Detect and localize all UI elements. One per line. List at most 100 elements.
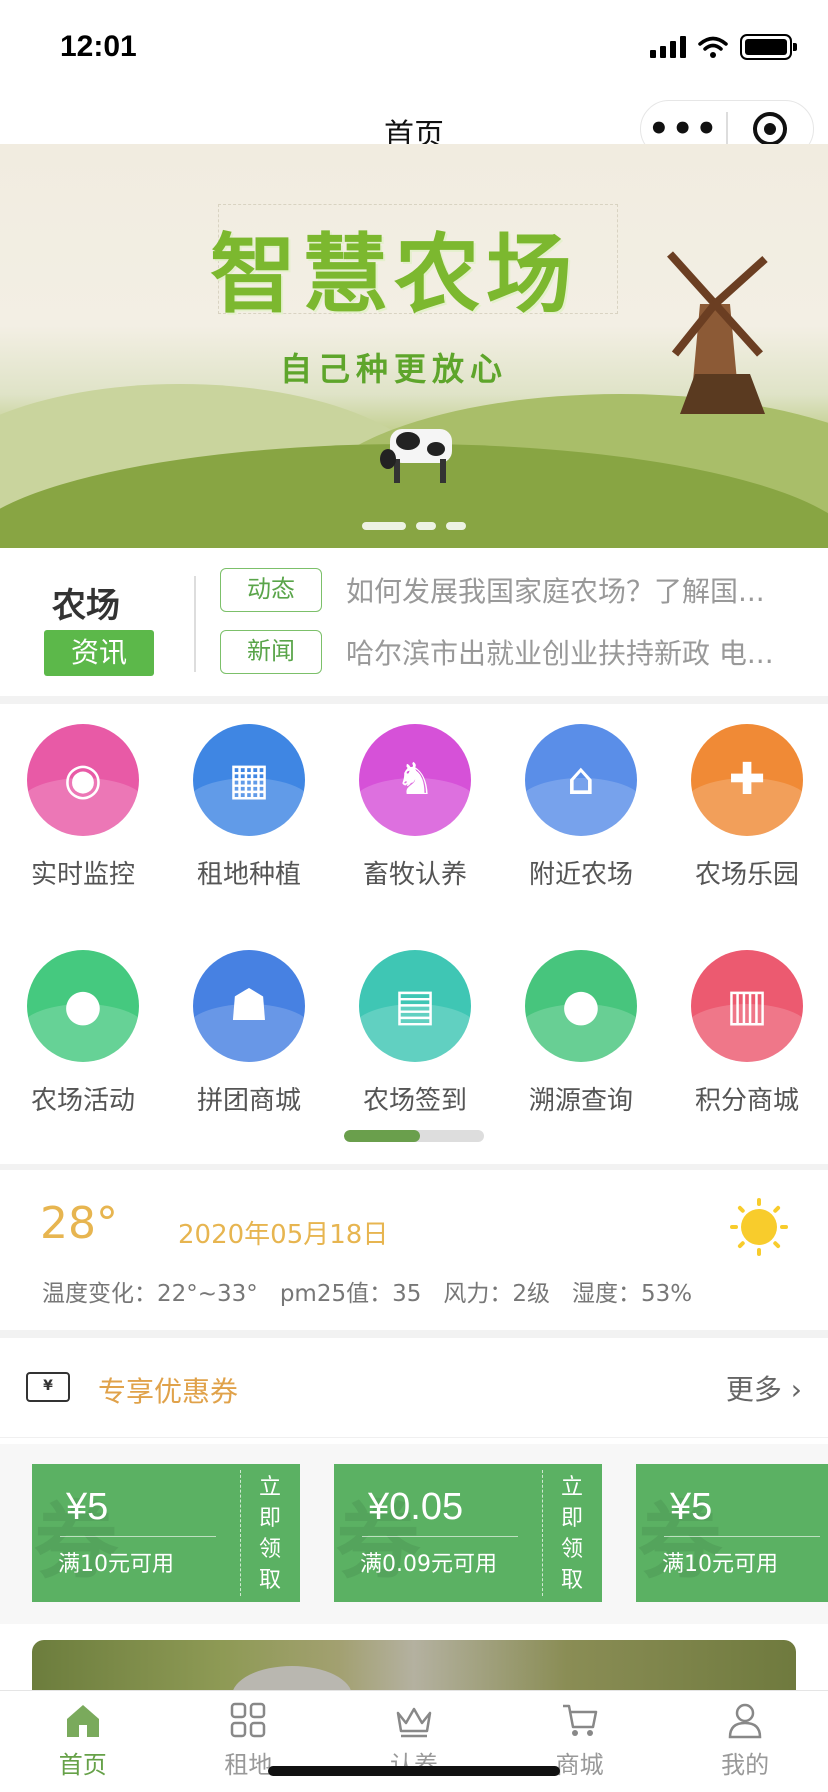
news-item[interactable]: 动态 如何发展我国家庭农场？了解国...	[220, 568, 806, 612]
more-dots-icon[interactable]: •••	[641, 112, 726, 146]
menu-label: 农场乐园	[694, 860, 799, 890]
group-icon: ☗	[193, 950, 305, 1062]
weather-humidity: 湿度：53%	[572, 1281, 693, 1307]
farm-news: 农场 资讯 动态 如何发展我国家庭农场？了解国... 新闻 哈尔滨市出就业创业扶…	[0, 548, 828, 696]
page-indicator-fill	[344, 1130, 420, 1142]
status-time: 12:01	[60, 30, 137, 63]
close-target-button[interactable]	[728, 112, 813, 146]
news-tag: 动态	[220, 568, 322, 612]
menu-item-points-mall[interactable]: ▥ 积分商城	[664, 950, 828, 1117]
claim-coupon-button[interactable]: 立 即 领 取	[250, 1472, 290, 1596]
cart-icon: ▥	[691, 950, 803, 1062]
coupon-amount: ¥0.05	[368, 1486, 464, 1528]
menu-label: 农场签到	[362, 1086, 467, 1116]
home-icon	[66, 1705, 99, 1737]
menu-label: 租地种植	[196, 860, 301, 890]
weather-temp: 28°	[40, 1198, 118, 1249]
menu-label: 拼团商城	[196, 1086, 301, 1116]
coupon-card[interactable]: 券 ¥0.05 满0.09元可用 立 即 领 取	[334, 1464, 602, 1602]
menu-item-rent-land[interactable]: ▦ 租地种植	[166, 724, 332, 891]
claim-char: 领	[560, 1537, 583, 1562]
menu-item-livestock[interactable]: ♞ 畜牧认养	[332, 724, 498, 891]
tab-bar: 首页 租地 认养 商城 我的	[0, 1690, 828, 1792]
news-headline[interactable]: 哈尔滨市出就业创业扶持新政 电...	[346, 632, 806, 672]
coupon-section-title: 专享优惠券	[98, 1375, 239, 1408]
tab-home[interactable]: 首页	[0, 1691, 166, 1792]
battery-icon	[740, 34, 797, 60]
chicken-icon: ♞	[359, 724, 471, 836]
menu-item-farm-park[interactable]: ✚ 农场乐园	[664, 724, 828, 891]
tab-adopt[interactable]: 认养	[331, 1691, 497, 1792]
claim-char: 立	[258, 1475, 281, 1500]
menu-item-group-buy[interactable]: ☗ 拼团商城	[166, 950, 332, 1117]
news-item[interactable]: 新闻 哈尔滨市出就业创业扶持新政 电...	[220, 630, 806, 674]
crown-icon	[396, 1707, 432, 1738]
section-divider	[0, 696, 828, 704]
coupon-condition: 满10元可用	[58, 1552, 174, 1577]
tab-mine[interactable]: 我的	[662, 1691, 828, 1792]
news-headline[interactable]: 如何发展我国家庭农场？了解国...	[346, 570, 806, 610]
claim-char: 立	[560, 1475, 583, 1500]
claim-char: 即	[258, 1506, 281, 1531]
coupon-condition: 满0.09元可用	[360, 1552, 497, 1577]
section-divider	[0, 1330, 828, 1338]
weather-pm25: pm25值：35	[279, 1281, 422, 1307]
menu-item-checkin[interactable]: ▤ 农场签到	[332, 950, 498, 1117]
coupon-list[interactable]: 券 ¥5 满10元可用 立 即 领 取 券 ¥0.05 满0.09元可用 立 即…	[0, 1444, 828, 1624]
shop-icon: ⌂	[525, 724, 637, 836]
chevron-right-icon: ›	[790, 1373, 802, 1406]
banner-subtitle: 自己种更放心	[280, 350, 509, 388]
feature-grid: ◉ 实时监控 ▦ 租地种植 ♞ 畜牧认养 ⌂ 附近农场 ✚ 农场乐园 ● 农场活…	[0, 704, 828, 1164]
coupon-amount: ¥5	[66, 1486, 109, 1528]
news-logo-title: 农场	[52, 586, 120, 626]
gamepad-icon: ✚	[691, 724, 803, 836]
news-divider	[194, 576, 196, 672]
menu-item-monitor[interactable]: ◉ 实时监控	[0, 724, 166, 891]
calendar-icon: ▤	[359, 950, 471, 1062]
home-indicator[interactable]	[268, 1766, 560, 1776]
menu-label: 溯源查询	[528, 1086, 633, 1116]
grid-icon	[231, 1702, 266, 1738]
coupon-header: ¥ 专享优惠券 更多 ›	[0, 1338, 828, 1438]
cow-icon	[380, 429, 452, 483]
weather-date: 2020年05月18日	[178, 1220, 389, 1250]
menu-item-activities[interactable]: ● 农场活动	[0, 950, 166, 1117]
user-icon	[728, 1703, 762, 1739]
menu-item-nearby-farm[interactable]: ⌂ 附近农场	[498, 724, 664, 891]
carousel-dot[interactable]	[446, 522, 466, 530]
balloon-icon: ●	[27, 950, 139, 1062]
nav-bar: 首页 •••	[0, 100, 828, 158]
status-bar: 12:01	[0, 0, 828, 100]
tab-rent[interactable]: 租地	[166, 1691, 332, 1792]
sun-icon	[730, 1198, 788, 1256]
coupon-card[interactable]: 券 ¥5 满10元可用 立 即 领 取	[32, 1464, 300, 1602]
weather-temp-range: 温度变化：22°~33°	[42, 1281, 258, 1307]
coupon-card[interactable]: 券 ¥5 满10元可用 立 即 领 取	[636, 1464, 828, 1602]
menu-label: 附近农场	[528, 860, 633, 890]
carousel-dot[interactable]	[416, 522, 436, 530]
menu-item-trace[interactable]: ● 溯源查询	[498, 950, 664, 1117]
grid-page-indicator	[344, 1130, 484, 1142]
field-grid-icon: ▦	[193, 724, 305, 836]
menu-label: 实时监控	[30, 860, 135, 890]
tab-label: 我的	[721, 1751, 770, 1779]
ticket-icon: ¥	[26, 1372, 70, 1402]
banner-carousel[interactable]: 智慧农场 自己种更放心	[0, 144, 828, 548]
claim-char: 领	[258, 1537, 281, 1562]
coupon-more-link[interactable]: 更多 ›	[726, 1368, 802, 1408]
claim-char: 即	[560, 1506, 583, 1531]
banner-title: 智慧农场	[210, 224, 578, 325]
menu-label: 农场活动	[30, 1086, 135, 1116]
signal-icon	[650, 36, 686, 58]
weather-card: 28° 2020年05月18日 温度变化：22°~33° pm25值：35 风力…	[0, 1170, 828, 1330]
menu-label: 畜牧认养	[362, 860, 467, 890]
menu-label: 积分商城	[694, 1086, 799, 1116]
claim-coupon-button[interactable]: 立 即 领 取	[552, 1472, 592, 1596]
tab-mall[interactable]: 商城	[497, 1691, 663, 1792]
news-logo-tag: 资讯	[44, 630, 154, 676]
status-icons	[650, 34, 797, 60]
coupon-amount: ¥5	[670, 1486, 713, 1528]
balloon-icon: ●	[525, 950, 637, 1062]
claim-char: 取	[560, 1568, 583, 1593]
carousel-dot-active[interactable]	[362, 522, 406, 530]
